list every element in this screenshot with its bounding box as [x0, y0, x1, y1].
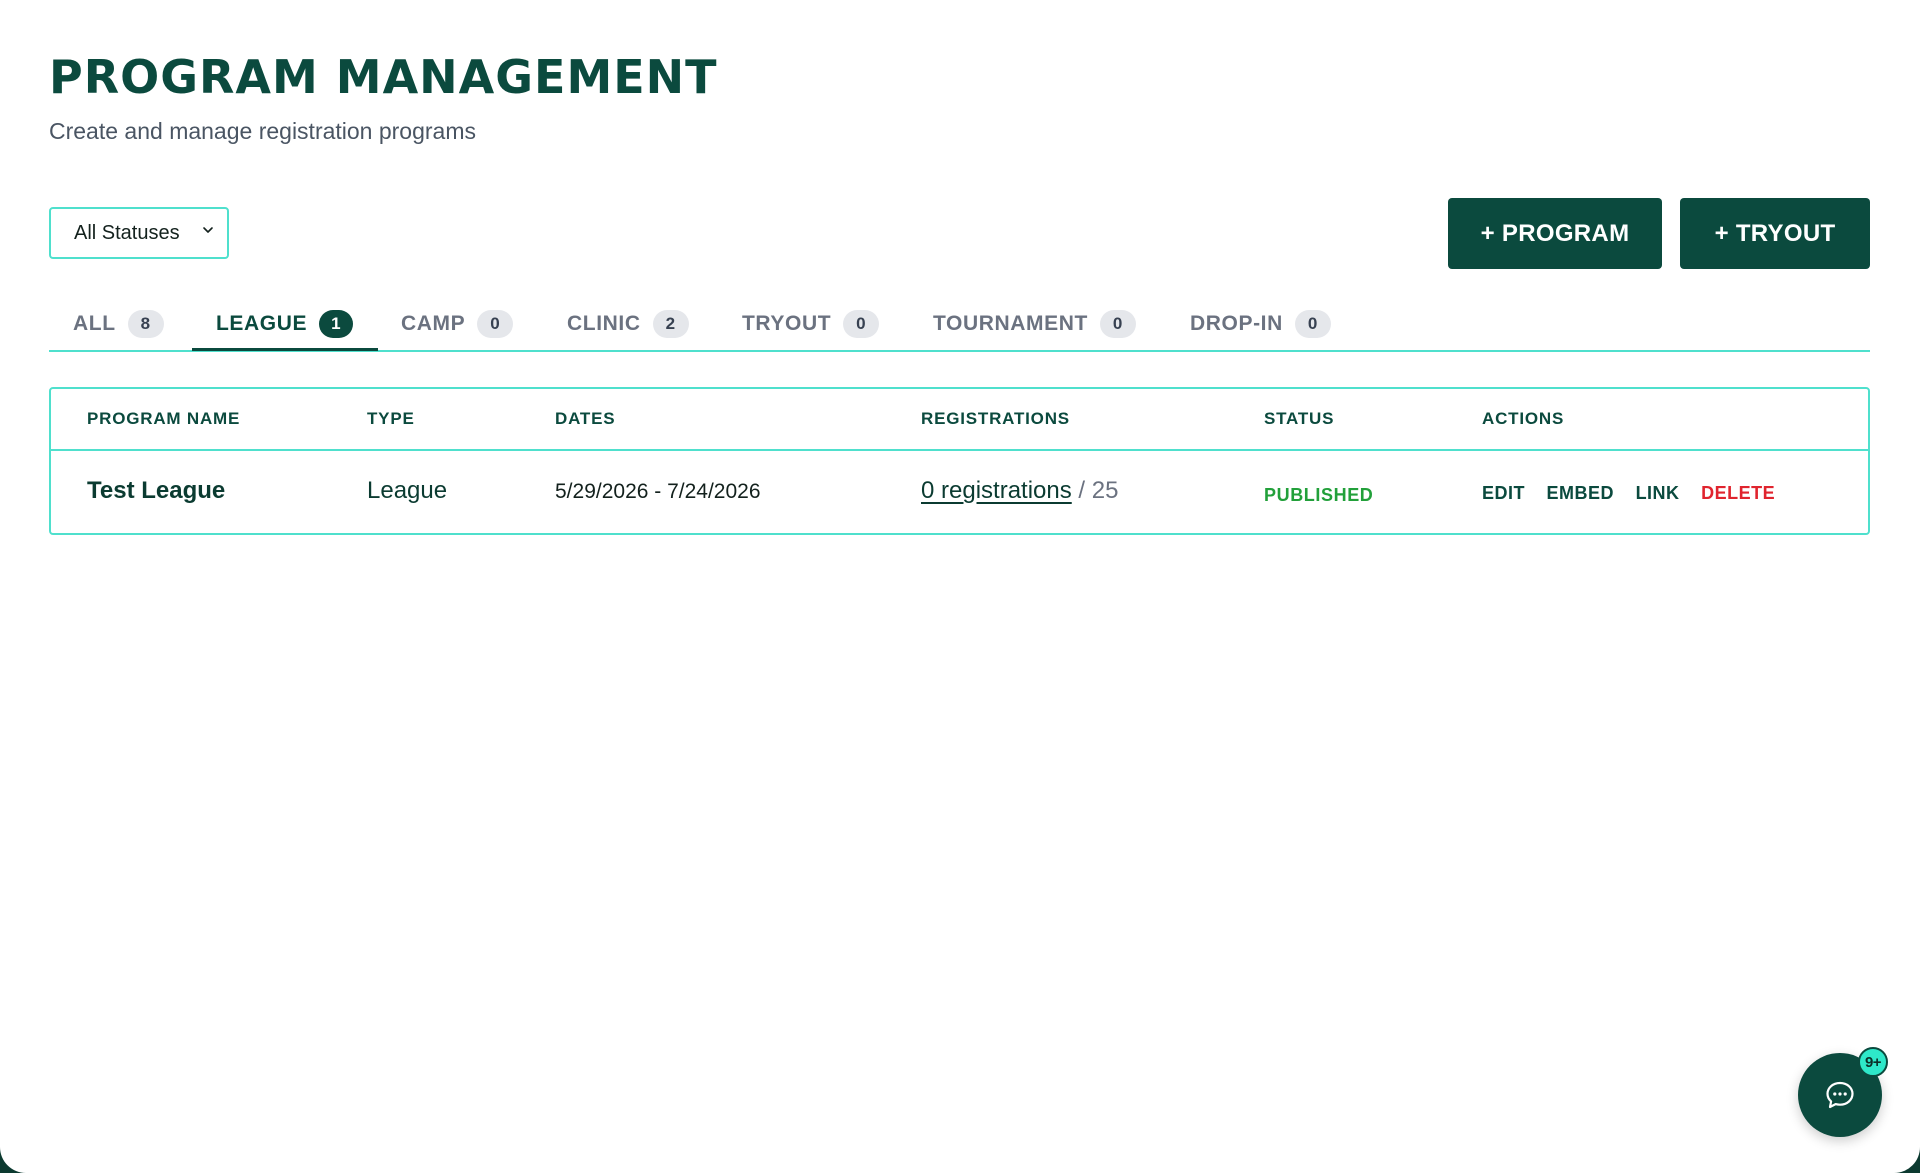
- program-dates-cell: 5/29/2026 - 7/24/2026: [555, 480, 761, 503]
- tab-label: ALL: [73, 312, 116, 335]
- chat-notification-badge: 9+: [1858, 1047, 1888, 1077]
- tab-tryout[interactable]: TRYOUT 0: [742, 300, 880, 348]
- tab-count-badge: 0: [1294, 310, 1331, 338]
- edit-action-link[interactable]: EDIT: [1482, 483, 1525, 503]
- tab-drop-in[interactable]: DROP-IN 0: [1190, 300, 1331, 348]
- status-badge: PUBLISHED: [1264, 485, 1374, 505]
- chevron-down-icon: [203, 227, 213, 233]
- program-type-cell: League: [367, 477, 448, 504]
- program-type-tabs: ALL 8 LEAGUE 1 CAMP 0 CLINIC 2 TRYOUT 0 …: [49, 300, 1870, 352]
- tab-label: TOURNAMENT: [933, 312, 1088, 335]
- tab-label: LEAGUE: [216, 312, 308, 335]
- tab-league[interactable]: LEAGUE 1: [191, 300, 379, 351]
- registrations-cell: 0 registrations / 25: [921, 477, 1118, 505]
- tab-count-badge: 2: [652, 310, 689, 338]
- link-action-link[interactable]: LINK: [1636, 483, 1680, 503]
- column-header-type: TYPE: [367, 409, 415, 428]
- row-actions: EDIT EMBED LINK DELETE: [1482, 483, 1791, 504]
- tab-label: CLINIC: [567, 312, 641, 335]
- app-window: PROGRAM MANAGEMENT Create and manage reg…: [0, 0, 1920, 1173]
- tab-label: DROP-IN: [1190, 312, 1283, 335]
- tab-label: CAMP: [401, 312, 466, 335]
- column-header-registrations: REGISTRATIONS: [921, 409, 1070, 428]
- tab-count-badge: 0: [477, 310, 514, 338]
- embed-action-link[interactable]: EMBED: [1547, 483, 1615, 503]
- tab-count-badge: 0: [843, 310, 880, 338]
- tab-label: TRYOUT: [742, 312, 832, 335]
- chat-bubble-icon: [1826, 1081, 1854, 1109]
- table-header: PROGRAM NAME TYPE DATES REGISTRATIONS ST…: [51, 389, 1868, 451]
- program-name-cell: Test League: [87, 477, 226, 504]
- add-tryout-button[interactable]: + TRYOUT: [1680, 198, 1870, 269]
- tab-clinic[interactable]: CLINIC 2: [567, 300, 689, 348]
- table-row: Test League League 5/29/2026 - 7/24/2026…: [51, 451, 1868, 533]
- column-header-program-name: PROGRAM NAME: [87, 409, 241, 428]
- registrations-link[interactable]: 0 registrations: [921, 477, 1072, 504]
- column-header-status: STATUS: [1264, 409, 1335, 428]
- add-program-button[interactable]: + PROGRAM: [1448, 198, 1662, 269]
- status-filter-select[interactable]: All Statuses: [49, 207, 229, 259]
- registrations-capacity: / 25: [1071, 477, 1119, 504]
- status-filter-value: All Statuses: [74, 221, 180, 244]
- page-subtitle: Create and manage registration programs: [49, 118, 477, 144]
- page-title: PROGRAM MANAGEMENT: [49, 50, 718, 104]
- column-header-actions: ACTIONS: [1482, 409, 1565, 428]
- delete-action-link[interactable]: DELETE: [1701, 483, 1775, 503]
- tab-count-badge: 0: [1099, 310, 1136, 338]
- tab-all[interactable]: ALL 8: [73, 300, 164, 348]
- column-header-dates: DATES: [555, 409, 616, 428]
- tab-count-badge: 1: [319, 310, 354, 338]
- programs-table: PROGRAM NAME TYPE DATES REGISTRATIONS ST…: [49, 387, 1870, 535]
- tab-count-badge: 8: [127, 310, 164, 338]
- tab-tournament[interactable]: TOURNAMENT 0: [933, 300, 1136, 348]
- tab-camp[interactable]: CAMP 0: [401, 300, 514, 348]
